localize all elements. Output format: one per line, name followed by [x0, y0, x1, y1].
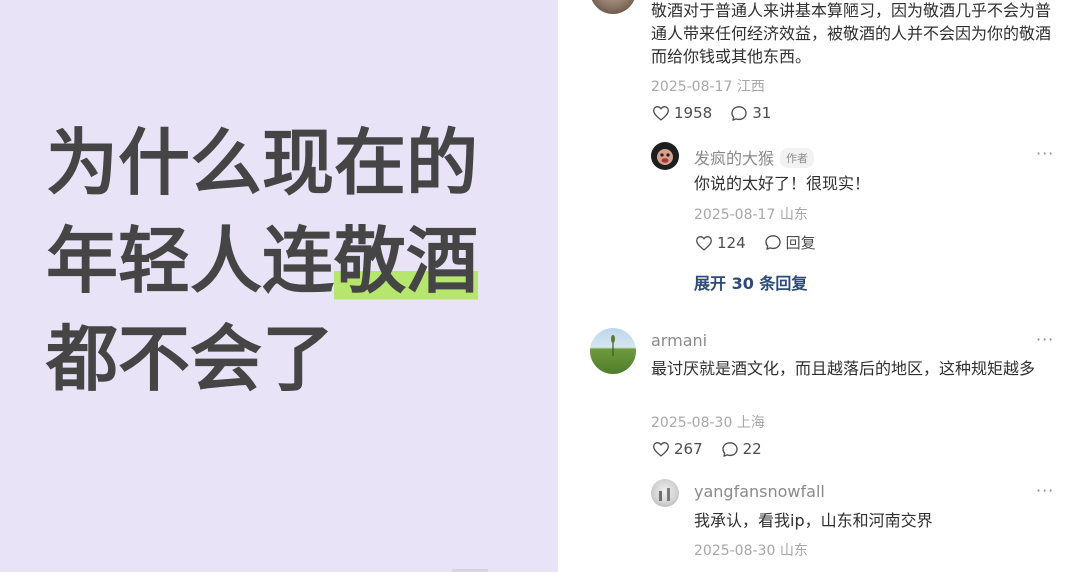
- reply-2-date: 2025-08-30: [694, 543, 776, 559]
- heart-icon: [653, 442, 669, 457]
- reply-2-meta: 2025-08-30 山东: [694, 540, 808, 560]
- reply-2-more-button[interactable]: ···: [1036, 481, 1054, 500]
- reply-2-username[interactable]: yangfansnowfall: [694, 482, 825, 501]
- reply-1-like-button[interactable]: 124: [695, 234, 746, 252]
- cover-title-line-2-plain: 年轻人连: [46, 219, 335, 303]
- avatar-yangfansnowfall[interactable]: [651, 479, 679, 507]
- comment-1-reply-button[interactable]: 31: [730, 104, 771, 122]
- avatar-armani[interactable]: [590, 328, 636, 374]
- cover-title-line-1: 为什么现在的: [46, 121, 479, 205]
- comment-2-reply-button[interactable]: 22: [721, 440, 762, 458]
- cover-title-line-3: 都不会了: [46, 317, 335, 401]
- comment-2-more-button[interactable]: ···: [1036, 330, 1054, 349]
- reply-1-meta: 2025-08-17 山东: [694, 204, 808, 224]
- chat-bubble-icon: [721, 441, 738, 457]
- comment-2-like-count: 267: [674, 440, 703, 458]
- comment-1-text: 敬酒对于普通人来讲基本算陋习，因为敬酒几乎不会为普通人带来任何经济效益，被敬酒的…: [651, 1, 1052, 66]
- comment-2-date: 2025-08-30: [651, 415, 733, 431]
- expand-replies-link[interactable]: 展开 30 条回复: [694, 270, 807, 294]
- comment-2-like-button[interactable]: 267: [652, 440, 703, 458]
- cover-title-highlight: 敬酒: [334, 219, 479, 303]
- screen: 为什么现在的 年轻人连敬酒 都不会了 敬酒对于普通人来讲基本算陋习，因为敬酒几乎…: [0, 0, 1080, 572]
- heart-icon: [653, 106, 669, 121]
- comment-2-stats: 267 22: [652, 440, 780, 458]
- comment-1-stats: 1958 31: [652, 104, 789, 122]
- cover-title: 为什么现在的 年轻人连敬酒 都不会了: [46, 114, 526, 408]
- comment-1-date: 2025-08-17: [651, 79, 733, 95]
- comment-1-meta: 2025-08-17 江西: [651, 76, 765, 96]
- reply-1-location: 山东: [779, 207, 808, 223]
- heart-icon: [696, 235, 712, 251]
- chat-bubble-icon: [764, 235, 781, 250]
- snowy-photo-icon: [659, 488, 670, 501]
- comment-2-username[interactable]: armani: [651, 331, 707, 350]
- post-cover-image[interactable]: 为什么现在的 年轻人连敬酒 都不会了: [0, 0, 558, 572]
- comment-2-location: 上海: [736, 415, 765, 431]
- comment-1-reply-count: 31: [752, 104, 772, 122]
- comment-2-meta: 2025-08-30 上海: [651, 412, 765, 432]
- chat-bubble-icon: [731, 105, 747, 121]
- cover-title-line-2: 年轻人连敬酒: [46, 212, 526, 310]
- reply-1-user[interactable]: 发疯的大猴 作者: [694, 145, 815, 169]
- comment-1-like-count: 1958: [674, 104, 713, 122]
- reply-1-stats: 124 回复: [695, 232, 834, 253]
- reply-1-more-button[interactable]: ···: [1036, 144, 1054, 163]
- comment-1-like-button[interactable]: 1958: [652, 104, 712, 122]
- comment-1-location: 江西: [736, 79, 765, 95]
- reply-1-date: 2025-08-17: [694, 207, 776, 223]
- field-photo-icon: [611, 335, 615, 356]
- reply-1-reply-label: 回复: [785, 234, 816, 252]
- comment-2-reply-count: 22: [742, 440, 762, 458]
- reply-2-text: 我承认，看我ip，山东和河南交界: [694, 511, 933, 530]
- avatar-commenter-1[interactable]: [590, 0, 636, 14]
- comments-panel[interactable]: 敬酒对于普通人来讲基本算陋习，因为敬酒几乎不会为普通人带来任何经济效益，被敬酒的…: [560, 0, 1080, 572]
- reply-1-like-count: 124: [717, 233, 746, 252]
- author-badge: 作者: [780, 148, 815, 168]
- comment-2-text: 最讨厌就是酒文化，而且越落后的地区，这种规矩越多: [651, 359, 1036, 378]
- reply-1-reply-button[interactable]: 回复: [764, 232, 816, 253]
- monkey-face-icon: [657, 149, 673, 165]
- avatar-reply-1[interactable]: [651, 142, 679, 170]
- reply-1-username: 发疯的大猴: [694, 149, 775, 168]
- reply-2-location: 山东: [779, 543, 808, 559]
- reply-1-text: 你说的太好了！很现实！: [694, 174, 871, 193]
